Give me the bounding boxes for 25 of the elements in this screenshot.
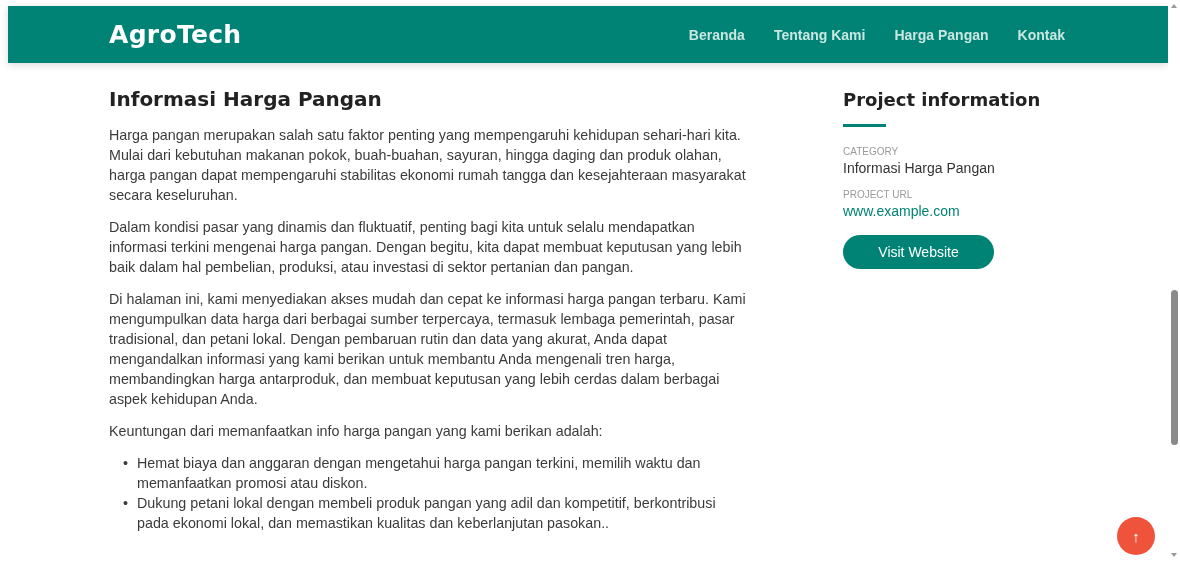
bullet-marker: • <box>123 494 129 513</box>
paragraph: Dalam kondisi pasar yang dinamis dan fluktuatif, penting bagi kita untuk selalu mendapatkan informasi terkini mengenai harga pangan. Dengan begitu, kita dapat membuat keputusan yang lebih baik dalam hal pembelian, produksi, atau investasi di sektor pertanian dan pangan. <box>109 218 743 277</box>
bullet-marker: • <box>123 454 129 473</box>
url-link[interactable]: www.example.com <box>843 203 960 219</box>
scroll-down-icon[interactable] <box>1171 553 1177 557</box>
logo[interactable]: AgroTech <box>109 20 242 49</box>
field-label: PROJECT URL <box>843 189 914 200</box>
back-to-top-button[interactable]: ↑ <box>1117 517 1155 555</box>
nav-link[interactable]: Kontak <box>1017 26 1065 43</box>
nav-link[interactable]: Tentang Kami <box>773 26 866 43</box>
nav-link[interactable]: Beranda <box>688 26 745 43</box>
field-label: CATEGORY <box>843 146 900 157</box>
visit-website-button[interactable]: Visit Website <box>843 235 994 269</box>
accent-rule <box>843 124 886 127</box>
list-item: Dukung petani lokal dengan membeli produk pangan yang adil dan kompetitif, berkontribusi pada ekonomi lokal, dan memastikan kualitas dan keberlanjutan pasokan.. <box>137 494 717 533</box>
article-title: Informasi Harga Pangan <box>109 87 383 111</box>
paragraph: Di halaman ini, kami menyediakan akses mudah dan cepat ke informasi harga pangan terbaru. Kami mengumpulkan data harga dari berbagai sumber terpercaya, termasuk lembaga pemerintah, pasar tradisional, dan petani lokal. Dengan pembaruan rutin dan data yang akurat, Anda dapat mengandalkan informasi yang kami berikan untuk membantu Anda mengenali tren harga, membandingkan harga antarproduk, dan membuat keputusan yang lebih cerdas dalam berbagai aspek kehidupan Anda. <box>109 290 747 409</box>
nav-link[interactable]: Harga Pangan <box>894 26 989 43</box>
paragraph: Keuntungan dari memanfaatkan info harga pangan yang kami berikan adalah: <box>109 422 604 441</box>
sidebar-title: Project information <box>843 89 1042 110</box>
scrollbar-thumb[interactable] <box>1171 290 1178 445</box>
scroll-up-icon[interactable] <box>1171 4 1177 8</box>
paragraph: Harga pangan merupakan salah satu faktor penting yang mempengaruhi kehidupan sehari-hari kita. Mulai dari kebutuhan makanan pokok, buah-buahan, sayuran, hingga daging dan produk olahan, harga pangan dapat mempengaruhi stabilitas ekonomi rumah tangga dan kesejahteraan masyarakat secara keseluruhan. <box>109 126 747 205</box>
list-item: Hemat biaya dan anggaran dengan mengetahui harga pangan terkini, memilih waktu dan memanfaatkan promosi atau diskon. <box>137 454 702 493</box>
field-value: Informasi Harga Pangan <box>843 160 996 176</box>
